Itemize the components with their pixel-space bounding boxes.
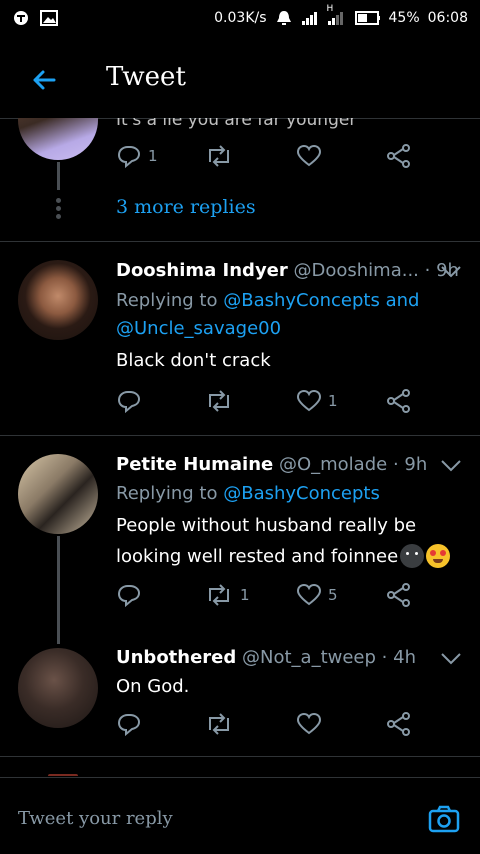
reply-count: 1	[148, 147, 158, 165]
signal-h-icon: H	[327, 4, 347, 26]
tweet-text: On God.	[116, 676, 190, 697]
chevron-down-icon[interactable]	[440, 264, 462, 278]
replying-to-label: Replying to	[116, 483, 218, 504]
back-arrow-icon[interactable]	[28, 64, 60, 96]
tweet-time: · 9h	[392, 454, 428, 475]
share-icon	[387, 389, 410, 413]
alarm-icon	[275, 10, 293, 26]
signal-icon	[301, 10, 319, 26]
more-replies-link[interactable]: 3 more replies	[116, 196, 256, 218]
mention-link[interactable]: @BashyConcepts and	[223, 290, 419, 311]
tweet-actions: 1 5	[116, 583, 416, 615]
author-handle[interactable]: @O_molade	[279, 454, 387, 475]
camera-icon[interactable]	[428, 804, 460, 834]
avatar[interactable]	[18, 118, 98, 160]
tweet-actions	[116, 712, 416, 744]
author-handle[interactable]: @Dooshima...	[294, 260, 419, 281]
app-notification-icon	[12, 10, 30, 26]
network-type-label: H	[326, 4, 334, 14]
avatar[interactable]	[18, 648, 98, 728]
heart-eyes-emoji-icon	[426, 544, 451, 568]
like-icon	[296, 144, 322, 167]
like-icon	[296, 389, 322, 412]
tweet-divider	[0, 435, 480, 436]
tweet-text-line-2: looking well rested and foinnee	[116, 544, 451, 568]
like-count: 5	[328, 586, 338, 604]
like-button[interactable]: 1	[296, 389, 338, 413]
tweet-header: Unbothered @Not_a_tweep · 4h	[116, 647, 416, 668]
reply-composer: Tweet your reply	[0, 777, 480, 854]
thread-line	[57, 536, 60, 644]
share-button[interactable]	[386, 389, 412, 413]
mention-link[interactable]: @Uncle_savage00	[116, 318, 281, 339]
like-button[interactable]: 5	[296, 583, 338, 607]
tweet-divider	[0, 756, 480, 757]
replying-to-label: Replying to	[116, 290, 218, 311]
avatar[interactable]	[18, 454, 98, 534]
retweet-count: 1	[240, 586, 250, 604]
share-icon	[387, 583, 410, 607]
reply-icon	[117, 585, 141, 607]
replying-to: Replying to @BashyConcepts and	[116, 290, 419, 311]
network-speed: 0.03K/s	[214, 10, 267, 26]
status-bar: 0.03K/s H 45% 06:08	[0, 0, 480, 36]
page-title: Tweet	[106, 62, 186, 92]
author-name[interactable]: Unbothered	[116, 647, 236, 668]
share-icon	[387, 144, 410, 168]
like-icon	[296, 712, 322, 735]
author-name[interactable]: Petite Humaine	[116, 454, 273, 475]
like-icon	[296, 583, 322, 606]
gallery-icon	[40, 10, 58, 26]
retweet-button[interactable]	[204, 712, 234, 736]
author-name[interactable]: Dooshima Indyer	[116, 260, 288, 281]
tweet-actions: 1	[116, 144, 416, 176]
retweet-icon	[209, 584, 229, 606]
avatar[interactable]	[18, 260, 98, 340]
tweet-text-line: looking well rested and foinnee	[116, 545, 399, 567]
chevron-down-icon[interactable]	[440, 651, 462, 665]
like-count: 1	[328, 392, 338, 410]
reply-button[interactable]	[116, 583, 142, 607]
retweet-button[interactable]	[204, 389, 234, 413]
reply-icon	[117, 146, 141, 168]
reply-button[interactable]	[116, 712, 142, 736]
share-icon	[387, 712, 410, 736]
tweet-header: Dooshima Indyer @Dooshima... · 9h	[116, 260, 459, 281]
chevron-down-icon[interactable]	[440, 458, 462, 472]
reply-button[interactable]	[116, 389, 142, 413]
top-bar: Tweet	[0, 44, 480, 116]
clock: 06:08	[427, 10, 468, 26]
tweet-time: · 4h	[381, 647, 416, 668]
thread-dots	[56, 198, 62, 219]
share-button[interactable]	[386, 583, 412, 607]
tweet-header: Petite Humaine @O_molade · 9h	[116, 454, 427, 475]
mention-link[interactable]: @BashyConcepts	[223, 483, 380, 504]
share-button[interactable]	[386, 712, 412, 736]
like-button[interactable]	[296, 144, 322, 168]
retweet-icon	[209, 390, 229, 412]
retweet-button[interactable]: 1	[204, 583, 250, 607]
reply-button[interactable]: 1	[116, 144, 158, 168]
tweet-actions: 1	[116, 389, 416, 421]
reply-icon	[117, 714, 141, 736]
tweet-divider	[0, 241, 480, 242]
battery-level: 45%	[388, 10, 420, 26]
share-button[interactable]	[386, 144, 412, 168]
next-tweet-peek	[48, 774, 78, 776]
tweet-text-partial: It's a lie you are far younger	[116, 118, 357, 130]
emoji-face-icon	[400, 544, 425, 568]
retweet-icon	[209, 713, 229, 735]
like-button[interactable]	[296, 712, 322, 736]
reply-icon	[117, 391, 141, 413]
tweet-text: Black don't crack	[116, 350, 271, 371]
tweet-text-line: People without husband really be	[116, 515, 417, 536]
author-handle[interactable]: @Not_a_tweep	[242, 647, 376, 668]
thread-line	[57, 162, 60, 190]
retweet-button[interactable]	[204, 144, 234, 168]
reply-input[interactable]: Tweet your reply	[18, 808, 173, 829]
reply-thread[interactable]: It's a lie you are far younger 1 3 more …	[0, 118, 480, 776]
retweet-icon	[209, 145, 229, 167]
battery-icon	[354, 10, 381, 26]
replying-to: Replying to @BashyConcepts	[116, 483, 380, 504]
